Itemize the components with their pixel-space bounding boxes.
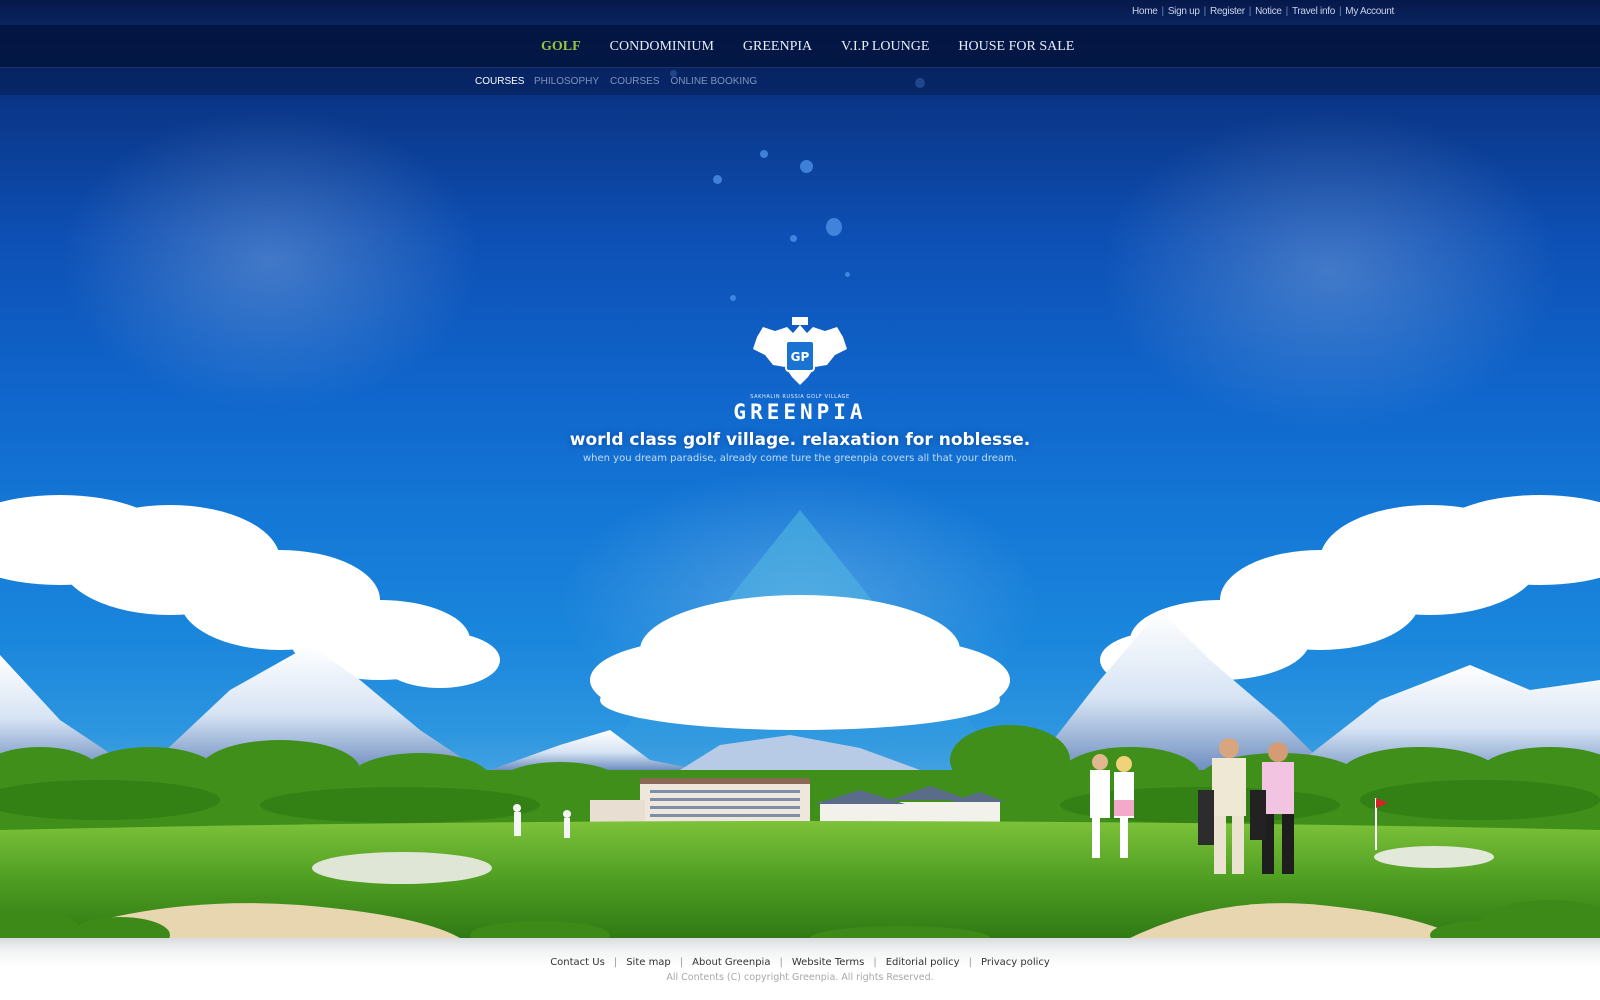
my-account-link[interactable]: My Account [1345, 6, 1394, 17]
hero-subline: when you dream paradise, already come tu… [583, 453, 1017, 464]
golf-landscape-illustration [0, 495, 1600, 938]
nav-greenpia[interactable]: GREENPIA [743, 39, 812, 55]
separator: | [1248, 6, 1252, 17]
separator: | [779, 957, 783, 968]
site-map-link[interactable]: Site map [626, 957, 671, 968]
utility-links: Home | Sign up | Register | Notice | Tra… [1132, 6, 1394, 17]
separator: | [1203, 6, 1207, 17]
website-terms-link[interactable]: Website Terms [792, 957, 865, 968]
nav-house-for-sale[interactable]: HOUSE FOR SALE [958, 39, 1074, 55]
hero-banner: GP SAKHALIN RUSSIA GOLF VILLAGE GREENPIA… [0, 0, 1600, 938]
separator: | [679, 957, 684, 968]
separator: | [613, 957, 618, 968]
home-link[interactable]: Home [1132, 6, 1158, 17]
separator: | [1161, 6, 1165, 17]
sub-nav: COURSES PHILOSOPHY COURSES ONLINE BOOKIN… [0, 68, 1600, 95]
logo-wordmark[interactable]: GREENPIA [650, 400, 950, 424]
sub-nav-online-booking[interactable]: ONLINE BOOKING [670, 76, 757, 87]
contact-us-link[interactable]: Contact Us [550, 957, 605, 968]
editorial-policy-link[interactable]: Editorial policy [886, 957, 960, 968]
sub-nav-current[interactable]: COURSES [475, 76, 524, 87]
register-link[interactable]: Register [1210, 6, 1245, 17]
footer: Contact Us | Site map | About Greenpia |… [0, 938, 1600, 1000]
separator: | [1285, 6, 1289, 17]
travel-info-link[interactable]: Travel info [1292, 6, 1335, 17]
separator: | [968, 957, 972, 968]
copyright-text: All Contents (C) copyright Greenpia. All… [666, 972, 934, 983]
cloud-center [590, 595, 1010, 730]
green-bunker [1374, 846, 1494, 868]
main-nav: GOLF CONDOMINIUM GREENPIA V.I.P LOUNGE H… [0, 25, 1600, 68]
separator: | [873, 957, 877, 968]
about-greenpia-link[interactable]: About Greenpia [692, 957, 770, 968]
hero-headline: world class golf village. relaxation for… [569, 430, 1031, 450]
separator: | [1338, 6, 1342, 17]
footer-links: Contact Us | Site map | About Greenpia |… [0, 957, 1600, 968]
sign-up-link[interactable]: Sign up [1168, 6, 1200, 17]
green-bunker [312, 852, 492, 884]
privacy-policy-link[interactable]: Privacy policy [981, 957, 1050, 968]
nav-vip-lounge[interactable]: V.I.P LOUNGE [841, 39, 929, 55]
nav-condominium[interactable]: CONDOMINIUM [610, 39, 714, 55]
notice-link[interactable]: Notice [1255, 6, 1282, 17]
utility-bar: Home | Sign up | Register | Notice | Tra… [0, 0, 1600, 25]
sub-nav-courses[interactable]: COURSES [610, 76, 659, 87]
greenpia-eagle-emblem: GP [753, 317, 847, 385]
nav-golf[interactable]: GOLF [541, 39, 581, 55]
emblem-letters: GP [791, 350, 810, 364]
sub-nav-philosophy[interactable]: PHILOSOPHY [534, 76, 599, 87]
cloud-left [0, 495, 500, 688]
